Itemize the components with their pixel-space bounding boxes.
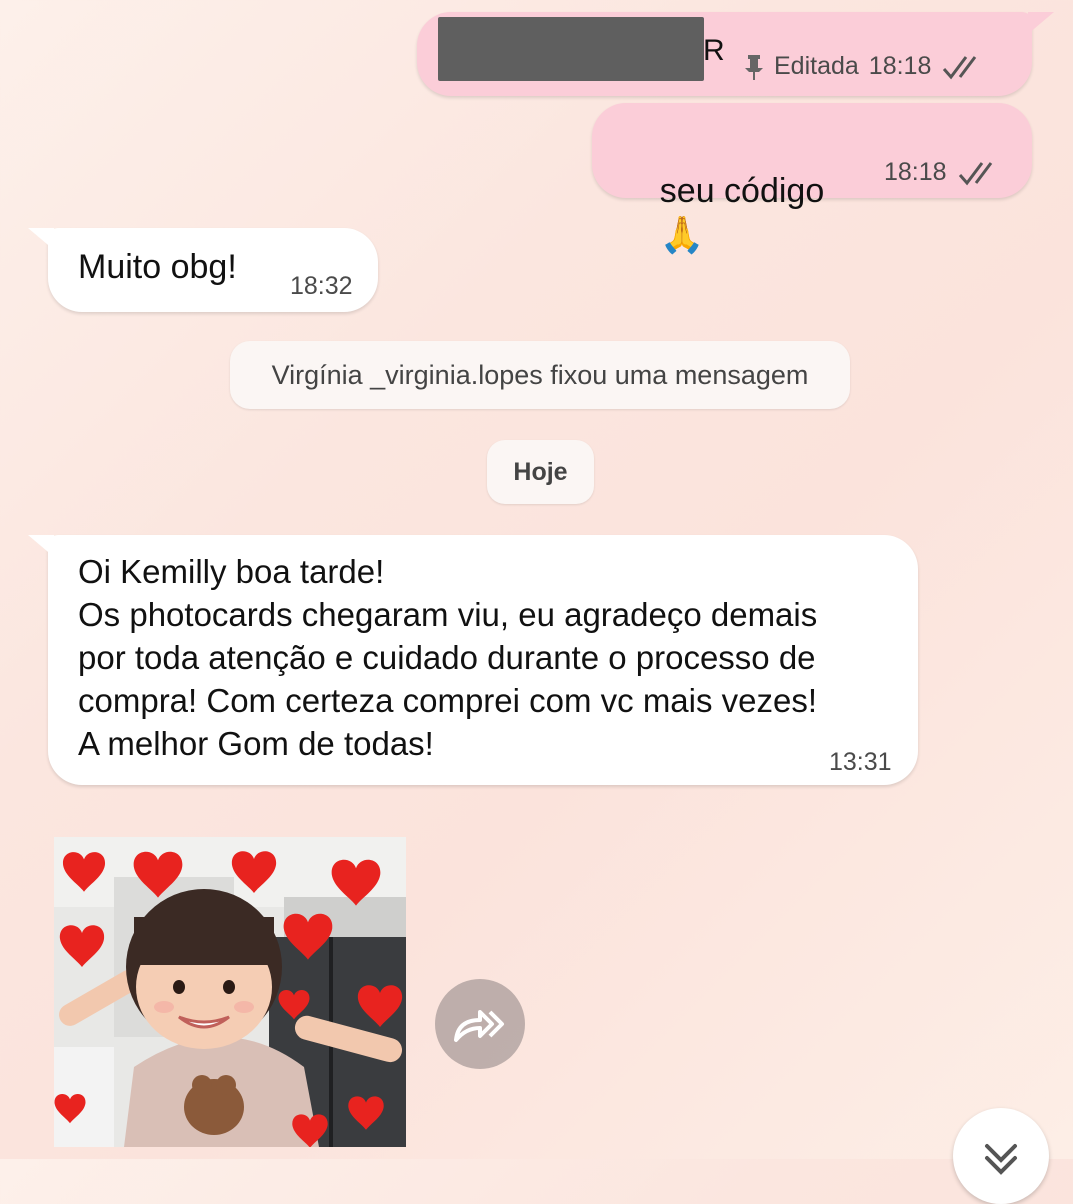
edited-label: Editada [774,52,859,80]
message-text: Muito obg! [78,248,237,286]
message-text: seu código 🙏 [659,172,825,255]
double-check-icon [958,161,992,185]
praying-hands-emoji: 🙏 [659,214,705,255]
message-line: Os photocards chegaram viu, eu agradeço … [78,596,818,633]
partial-text: R [703,34,725,67]
message-line: Oi Kemilly boa tarde! [78,553,385,590]
pin-icon [745,54,763,80]
message-meta: 18:32 [290,272,353,301]
bubble-tail [28,535,54,557]
message-time: 18:18 [868,52,932,80]
scroll-down-button[interactable] [953,1108,1049,1204]
double-check-icon [943,55,977,79]
date-divider: Hoje [487,440,594,504]
photo-message[interactable] [54,837,406,1147]
message-line: compra! Com certeza comprei com vc mais … [78,682,818,719]
forward-button[interactable] [435,979,525,1069]
message-text: Oi Kemilly boa tarde! Os photocards cheg… [78,550,817,765]
pinned-notice-text: Virgínia _virginia.lopes fixou uma mensa… [271,359,809,390]
bubble-tail [1028,12,1054,34]
chat-area: R Editada 18:18 seu código 🙏 18:18 Muito… [0,0,1073,1204]
pinned-message-meta: Editada 18:18 [744,52,987,81]
photo-image [54,837,406,1147]
message-line: por toda atenção e cuidado durante o pro… [78,639,816,676]
bubble-tail [28,228,54,250]
message-meta: 18:18 [884,158,1003,187]
message-time: 18:32 [290,272,353,300]
date-divider-text: Hoje [513,457,568,486]
message-time: 18:18 [884,158,947,186]
pinned-notice: Virgínia _virginia.lopes fixou uma mensa… [230,341,850,409]
message-meta: 13:31 [829,748,892,777]
chevron-down-icon [985,1144,1017,1175]
forward-icon [454,1010,504,1042]
message-time: 13:31 [829,748,892,776]
redacted-text [438,17,704,81]
message-line: A melhor Gom de todas! [78,725,434,762]
